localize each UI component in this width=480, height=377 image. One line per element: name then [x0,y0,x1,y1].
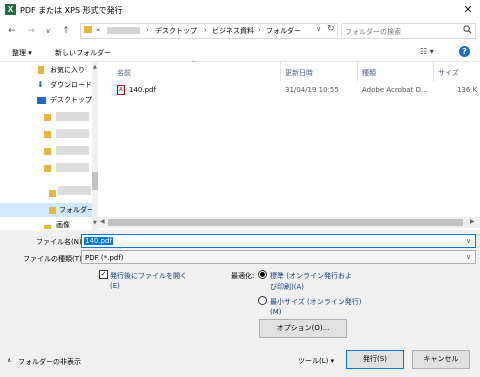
blurred-nav-item[interactable] [58,186,91,195]
chevron-down-icon[interactable]: ∨ [466,237,471,245]
organize-button[interactable]: 整理 ▾ [12,48,32,58]
open-after-publish-label[interactable]: 発行後にファイルを開く [110,271,187,281]
column-divider[interactable] [280,62,281,82]
scroll-left-icon[interactable]: ◀ [100,218,105,225]
chevron-down-icon[interactable]: ∨ [466,253,471,261]
blurred-nav-item[interactable] [56,146,89,155]
optimize-minimum-label-2[interactable]: (M) [270,308,282,316]
breadcrumb-separator[interactable]: › [258,26,261,34]
window-title: PDF または XPS 形式で発行 [20,6,123,15]
search-icon[interactable] [463,25,472,34]
bookmark-icon [38,66,44,74]
filetype-select[interactable] [81,250,476,264]
nav-item-desktop[interactable]: デスクトップ [50,94,92,106]
publish-button[interactable]: 発行(S) [346,350,404,369]
filename-input[interactable] [81,234,476,248]
blurred-nav-item[interactable] [56,129,89,138]
pdf-file-icon: A [117,85,125,95]
address-overflow[interactable]: « [96,26,100,34]
open-after-publish-label-accel[interactable]: (E) [110,282,120,290]
image-folder-icon [44,225,51,229]
scroll-right-icon[interactable]: ▶ [470,218,475,225]
folder-icon [44,165,51,172]
new-folder-button[interactable]: 新しいフォルダー [55,48,111,58]
column-header-size[interactable]: サイズ [438,68,459,78]
hide-folders-link[interactable]: フォルダーの非表示 [18,357,81,367]
download-arrow-icon: ⬇ [37,80,44,89]
column-header-type[interactable]: 種類 [362,68,376,78]
blurred-nav-item[interactable] [56,112,89,121]
blurred-nav-item[interactable] [56,163,89,172]
folder-icon [44,114,51,121]
column-header-name[interactable]: 名前 [117,68,131,78]
filename-label: ファイル名(N): [36,238,85,246]
column-divider[interactable] [433,62,434,82]
close-icon[interactable]: ✕ [459,2,477,18]
file-name[interactable]: 140.pdf [129,86,156,94]
folder-icon [44,131,51,138]
tools-menu[interactable]: ツール(L) ▾ [298,356,334,366]
filetype-value: PDF (*.pdf) [85,254,124,262]
breadcrumb-folder[interactable]: フォルダー [266,26,301,36]
cancel-button[interactable]: キャンセル [412,350,470,369]
folder-icon [44,148,51,155]
nav-item-downloads[interactable]: ダウンロード [50,79,92,91]
file-size: 136 K [457,86,478,94]
optimize-standard-label-2[interactable]: び印刷)(A) [270,282,304,292]
folder-icon [49,190,56,197]
nav-item-images[interactable]: 画像 [56,221,70,230]
back-arrow-icon[interactable]: ← [6,24,18,38]
file-date: 31/04/19 10:55 [285,86,339,94]
folder-icon [84,26,92,33]
chevron-up-icon[interactable]: ∧ [7,357,11,364]
open-after-publish-checkbox[interactable]: ✓ [99,270,108,279]
desktop-icon [37,97,46,104]
nav-item-selected-folder[interactable]: フォルダー [59,204,94,216]
radio-selected-dot [260,272,265,277]
options-button[interactable]: オプション(O)... [259,319,347,338]
address-dropdown-icon[interactable]: ∨ [316,25,321,33]
file-type: Adobe Acrobat D... [362,86,428,94]
nav-item-favorites[interactable]: お気に入り [50,64,85,76]
breadcrumb-desktop[interactable]: デスクトップ [155,26,197,36]
help-icon[interactable]: ? [459,46,470,57]
horizontal-scrollbar-thumb[interactable] [108,219,463,226]
excel-app-icon: X [5,4,16,15]
breadcrumb-business-docs[interactable]: ビジネス資料 [212,26,254,36]
filename-value[interactable]: 140.pdf [84,237,113,245]
scroll-down-icon[interactable]: ▼ [93,220,97,226]
folder-icon [49,207,56,214]
optimize-standard-label[interactable]: 標準 (オンライン発行およ [270,271,352,281]
column-divider[interactable] [357,62,358,82]
sort-ascending-icon: ⌃ [191,60,197,67]
optimize-label: 最適化: [231,272,255,280]
filetype-label: ファイルの種類(T): [23,255,85,263]
radio-minimum-size[interactable] [258,296,267,305]
breadcrumb-separator[interactable]: › [146,26,149,34]
breadcrumb-separator[interactable]: › [204,26,207,34]
view-options-icon[interactable]: ☷ ▾ [420,47,434,56]
column-header-date[interactable]: 更新日時 [285,68,313,78]
optimize-minimum-label[interactable]: 最小サイズ (オンライン発行) [270,297,361,307]
up-arrow-icon[interactable]: ↑ [60,24,72,38]
blurred-path-segment [107,27,140,34]
refresh-icon[interactable]: ↻ [327,24,335,34]
scroll-up-icon[interactable]: ▲ [93,64,97,70]
search-placeholder: フォルダーの検索 [345,28,401,36]
forward-arrow-icon[interactable]: → [25,24,37,38]
recent-locations-chevron-icon[interactable]: ∨ [42,24,54,38]
